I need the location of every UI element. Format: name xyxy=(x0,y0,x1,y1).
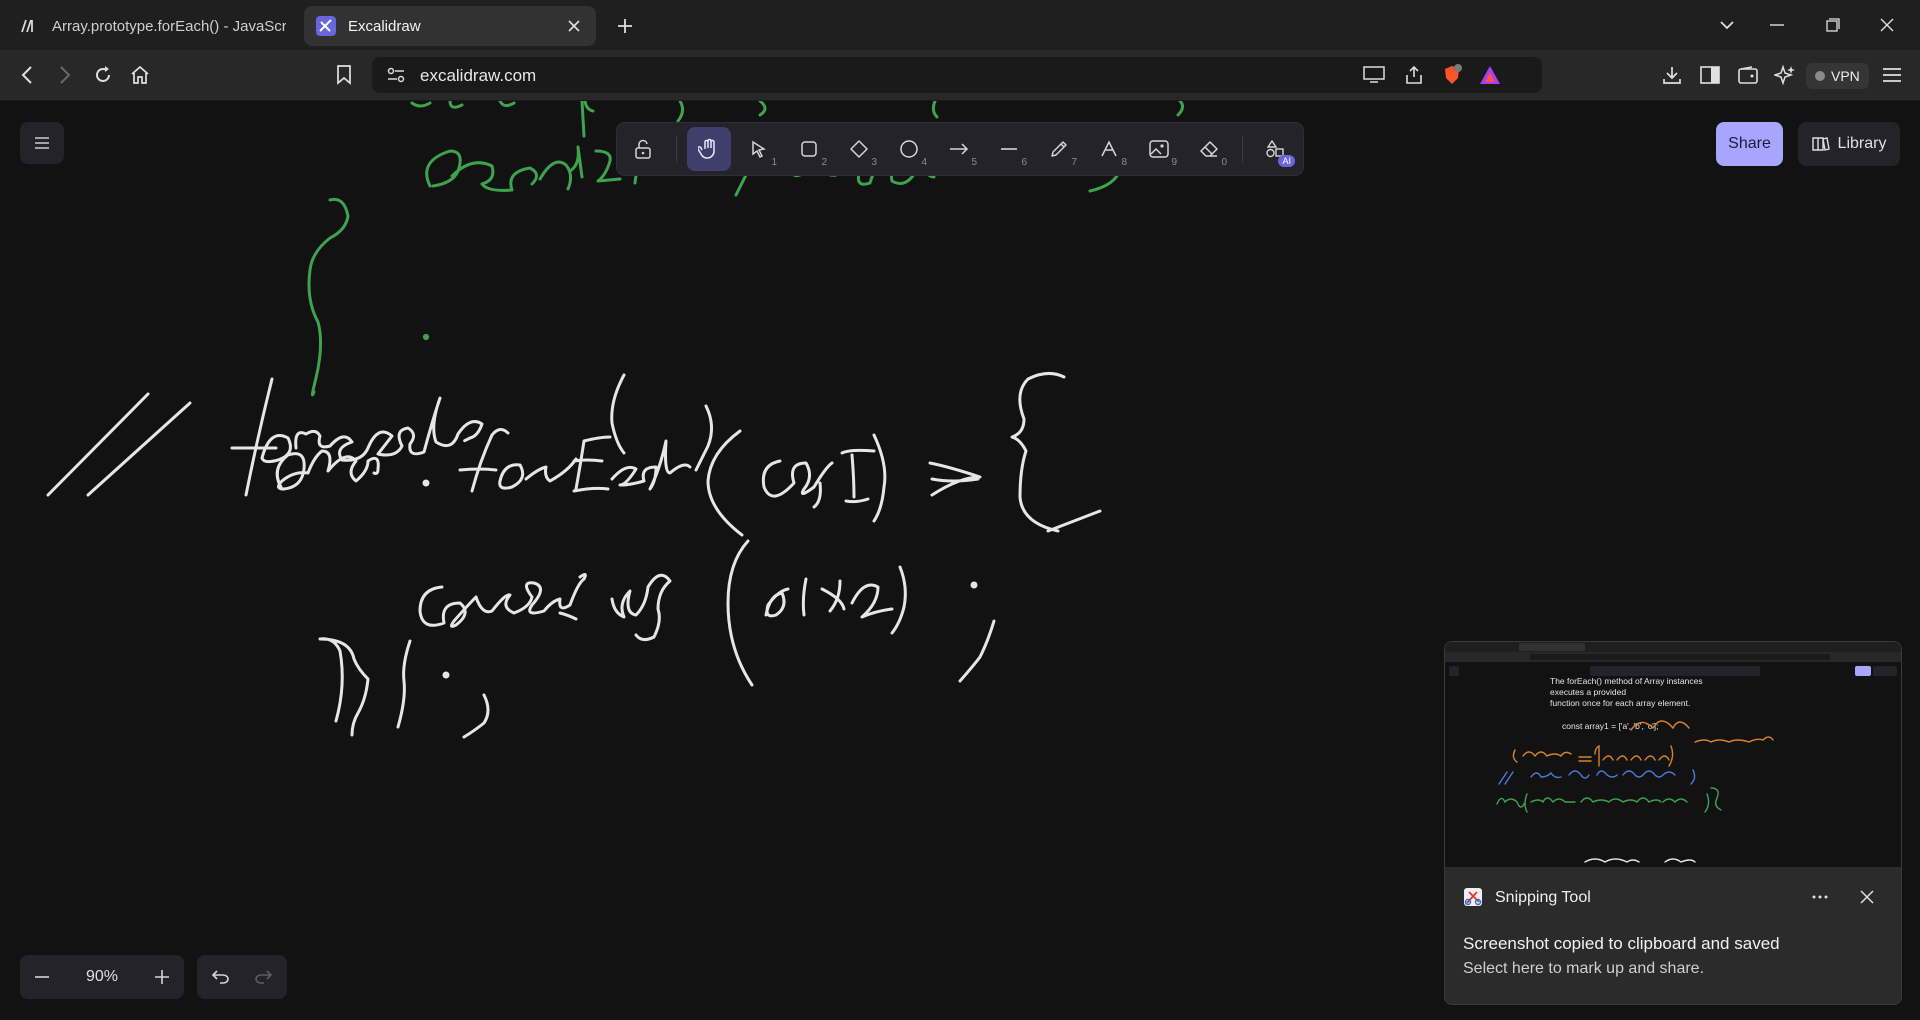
restore-icon[interactable] xyxy=(1818,10,1848,40)
wallet-icon[interactable] xyxy=(1733,60,1763,90)
minimize-icon[interactable] xyxy=(1762,10,1792,40)
tab-mdn[interactable]: Array.prototype.forEach() - JavaScript |… xyxy=(8,6,298,46)
hamburger-menu-icon[interactable] xyxy=(1877,60,1907,90)
tool-selection[interactable]: 1 xyxy=(737,127,781,171)
forward-icon[interactable] xyxy=(50,60,80,90)
tool-line[interactable]: 6 xyxy=(987,127,1031,171)
reload-icon[interactable] xyxy=(88,60,118,90)
tool-arrow[interactable]: 5 xyxy=(937,127,981,171)
lock-open-icon xyxy=(635,139,651,159)
bookmark-icon[interactable] xyxy=(329,60,359,90)
toast-app-name: Snipping Tool xyxy=(1495,889,1591,906)
tool-lock[interactable] xyxy=(621,127,665,171)
toast-subtext: Select here to mark up and share. xyxy=(1463,960,1705,977)
vpn-status-icon xyxy=(1815,71,1825,81)
tab-bar: Array.prototype.forEach() - JavaScript |… xyxy=(0,0,1920,50)
home-icon[interactable] xyxy=(125,60,155,90)
sidebar-icon[interactable] xyxy=(1695,60,1725,90)
eraser-icon xyxy=(1200,141,1218,157)
brave-rewards-icon[interactable] xyxy=(1478,63,1502,87)
preview-line-1: The forEach() method of Array instances xyxy=(1550,676,1703,686)
pencil-icon xyxy=(1051,141,1067,157)
screenshot-preview[interactable]: The forEach() method of Array instances … xyxy=(1445,642,1901,867)
zoom-controls: 90% xyxy=(20,955,184,999)
image-icon xyxy=(1149,140,1169,158)
new-tab-button[interactable] xyxy=(612,13,638,39)
tool-diamond[interactable]: 3 xyxy=(837,127,881,171)
minus-icon xyxy=(35,976,49,978)
ellipse-icon xyxy=(900,140,918,158)
back-icon[interactable] xyxy=(12,60,42,90)
toast-header: Snipping Tool xyxy=(1445,867,1901,923)
line-icon xyxy=(1001,148,1017,150)
brave-shields-icon[interactable] xyxy=(1440,63,1464,87)
close-tab-icon[interactable] xyxy=(564,16,584,36)
browser-toolbar: excalidraw.com VPN xyxy=(0,50,1920,101)
tool-text[interactable]: 8 xyxy=(1087,127,1131,171)
tool-rectangle[interactable]: 2 xyxy=(787,127,831,171)
undo-button[interactable] xyxy=(199,955,243,999)
excalidraw-icon xyxy=(316,16,336,36)
zoom-out-button[interactable] xyxy=(20,955,64,999)
toast-message: Screenshot copied to clipboard and saved xyxy=(1463,934,1780,953)
zoom-in-button[interactable] xyxy=(140,955,184,999)
tool-eraser[interactable]: 0 xyxy=(1187,127,1231,171)
redo-button[interactable] xyxy=(241,955,285,999)
cast-icon[interactable] xyxy=(1362,63,1386,87)
library-label: Library xyxy=(1837,135,1887,152)
share-page-icon[interactable] xyxy=(1402,63,1426,87)
plus-icon xyxy=(155,970,169,984)
screenshot-thumbnail: The forEach() method of Array instances … xyxy=(1445,642,1901,863)
redo-icon xyxy=(255,970,272,984)
ai-badge: AI xyxy=(1278,155,1295,167)
tool-more-shapes[interactable]: AI xyxy=(1253,127,1297,171)
snipping-tool-notification[interactable]: The forEach() method of Array instances … xyxy=(1444,641,1902,1005)
zoom-level[interactable]: 90% xyxy=(64,955,140,999)
tab-list-chevron-down-icon[interactable] xyxy=(1712,10,1742,40)
vpn-button[interactable]: VPN xyxy=(1806,63,1869,89)
text-icon xyxy=(1101,140,1117,157)
downloads-icon[interactable] xyxy=(1657,60,1687,90)
tool-ellipse[interactable]: 4 xyxy=(887,127,931,171)
tool-draw[interactable]: 7 xyxy=(1037,127,1081,171)
preview-line-2: executes a provided xyxy=(1550,687,1626,697)
preview-line-3: function once for each array element. xyxy=(1550,698,1690,708)
toast-body[interactable]: Screenshot copied to clipboard and saved… xyxy=(1463,934,1780,978)
library-icon xyxy=(1811,137,1830,151)
arrow-icon xyxy=(950,143,969,155)
url-text: excalidraw.com xyxy=(420,66,537,85)
main-menu-button[interactable] xyxy=(20,122,64,164)
tool-hand[interactable] xyxy=(687,127,731,171)
mdn-icon xyxy=(20,16,40,36)
site-settings-icon[interactable] xyxy=(384,63,408,87)
address-bar[interactable]: excalidraw.com xyxy=(372,57,1542,93)
pointer-icon xyxy=(752,140,766,159)
share-button[interactable]: Share xyxy=(1716,122,1783,166)
leo-ai-icon[interactable] xyxy=(1770,60,1800,90)
tab-title: Array.prototype.forEach() - JavaScript |… xyxy=(52,17,286,35)
shapes-toolbar: 1 2 3 4 5 6 7 8 9 0 AI xyxy=(617,123,1303,175)
tab-title: Excalidraw xyxy=(348,17,421,35)
undo-icon xyxy=(212,970,229,984)
hand-icon xyxy=(698,138,715,159)
close-window-icon[interactable] xyxy=(1872,10,1902,40)
diamond-icon xyxy=(850,140,868,158)
close-icon[interactable] xyxy=(1851,883,1883,911)
snipping-tool-icon xyxy=(1463,887,1483,907)
history-controls xyxy=(197,955,287,999)
more-options-icon[interactable] xyxy=(1804,883,1836,911)
vpn-label: VPN xyxy=(1831,68,1860,84)
library-button[interactable]: Library xyxy=(1798,122,1900,166)
rectangle-icon xyxy=(801,141,817,157)
tab-excalidraw[interactable]: Excalidraw xyxy=(304,6,596,46)
menu-icon xyxy=(35,137,49,149)
tool-image[interactable]: 9 xyxy=(1137,127,1181,171)
